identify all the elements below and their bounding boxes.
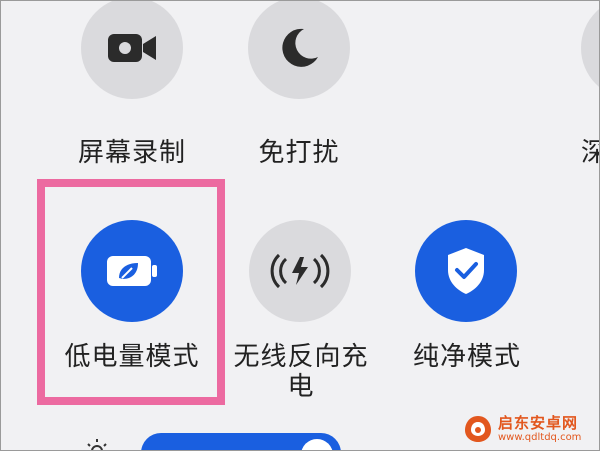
watermark-url: www.qdltdq.com xyxy=(498,431,582,443)
deep-mode-toggle[interactable] xyxy=(581,1,599,99)
watermark-title: 启东安卓网 xyxy=(498,413,579,432)
wireless-reverse-charge-toggle[interactable] xyxy=(249,220,351,322)
wireless-reverse-charge-label: 无线反向充 电 xyxy=(231,342,371,402)
wireless-reverse-charge-label-line2: 电 xyxy=(287,372,315,402)
sun-icon xyxy=(87,439,107,450)
screen-record-toggle[interactable] xyxy=(81,1,183,99)
wireless-reverse-charge-label-line1: 无线反向充 xyxy=(233,342,369,372)
watermark-logo-icon xyxy=(465,416,491,442)
do-not-disturb-label: 免打扰 xyxy=(258,138,340,168)
highlight-box xyxy=(37,179,225,405)
screen-record-label: 屏幕录制 xyxy=(77,138,186,168)
deep-mode-label: 深 xyxy=(581,138,599,168)
watermark: 启东安卓网 www.qdltdq.com xyxy=(463,409,599,449)
moon-icon xyxy=(282,28,318,67)
video-camera-icon xyxy=(108,34,156,62)
control-center-panel: 屏幕录制 免打扰 深 低电量模式 无线反向充 电 xyxy=(0,0,600,451)
do-not-disturb-toggle[interactable] xyxy=(248,1,350,99)
wireless-charge-icon xyxy=(270,253,330,289)
pure-mode-toggle[interactable] xyxy=(415,220,517,322)
shield-check-icon xyxy=(448,248,484,294)
pure-mode-label: 纯净模式 xyxy=(412,342,521,372)
